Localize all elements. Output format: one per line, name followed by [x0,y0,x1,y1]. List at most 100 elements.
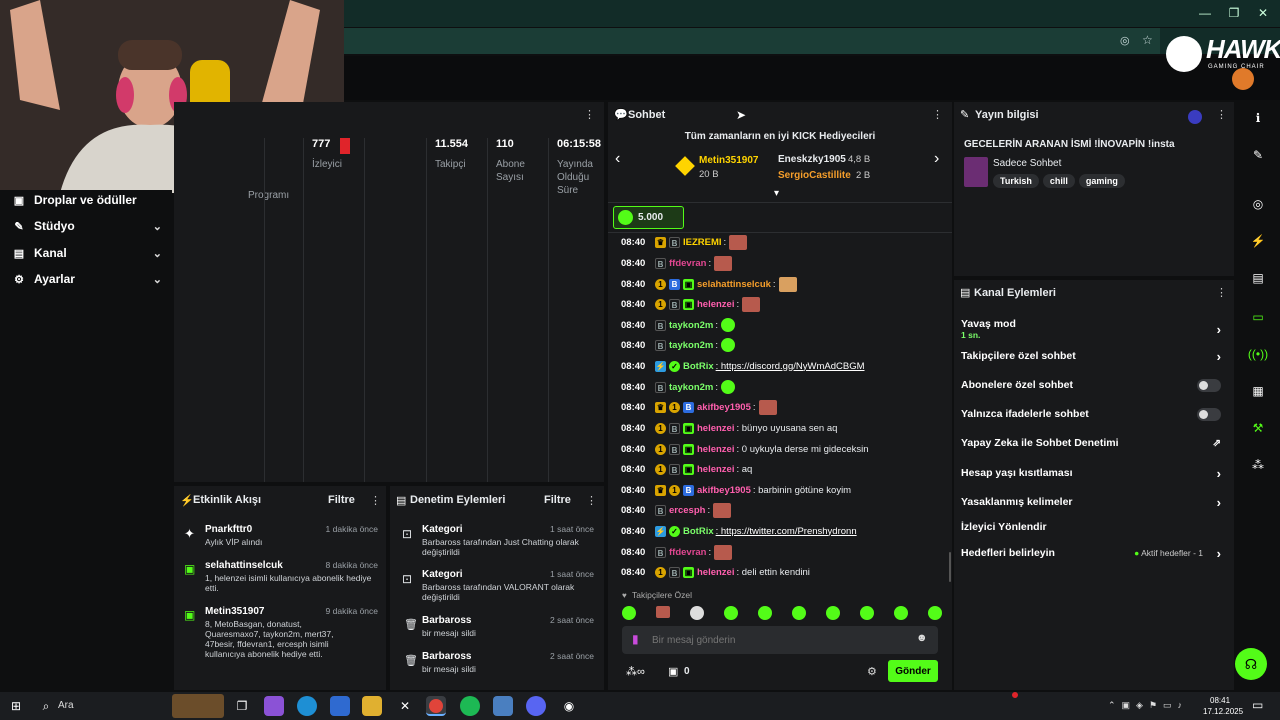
followers-only-row[interactable]: Takipçilere özel sohbet › [961,348,1227,364]
msg-user[interactable]: BotRix [683,526,714,537]
goals-row[interactable]: Hedefleri belirleyin ● Aktif hedefler - 1… [961,545,1227,561]
banned-words-row[interactable]: Yasaklanmış kelimeler › [961,494,1227,510]
gift-icon[interactable]: ▣ [668,665,678,678]
info-icon[interactable]: ℹ [1246,106,1270,130]
tag[interactable]: gaming [1078,174,1125,188]
more-icon[interactable]: ⋮ [370,494,381,507]
task-view-icon[interactable]: ❐ [232,696,252,716]
ai-moderation-row[interactable]: Yapay Zeka ile Sohbet Denetimi ⇗ [961,435,1227,451]
emote-icon[interactable] [656,606,670,618]
msg-user[interactable]: BotRix [683,361,714,372]
msg-user[interactable]: taykon2m [669,320,713,331]
msg-user[interactable]: IEZREMI [683,237,722,248]
goal-progress[interactable]: 5.000 [613,206,684,229]
msg-user[interactable]: helenzei [697,423,735,434]
mail-icon[interactable] [330,696,350,716]
msg-user[interactable]: helenzei [697,567,735,578]
emote-icon[interactable] [894,606,908,620]
gifter-name[interactable]: Metin351907 [699,155,758,166]
points-icon[interactable]: ⁂∞ [626,665,645,678]
more-icon[interactable]: ⋮ [586,494,597,507]
stream-category[interactable]: Sadece Sohbet [993,158,1061,169]
chevron-right-icon[interactable]: › [934,150,939,168]
msg-user[interactable]: akifbey1905 [697,485,751,496]
address-bar[interactable] [340,28,1160,54]
account-age-row[interactable]: Hesap yaşı kısıtlaması › [961,465,1227,481]
chat-input-box[interactable]: ▮ ☻ [622,626,938,654]
wrench-icon[interactable]: ⚒ [1246,416,1270,440]
emote-icon[interactable] [928,606,942,620]
clock-date[interactable]: 17.12.2025 [1203,707,1243,716]
msg-user[interactable]: helenzei [697,299,735,310]
search-icon[interactable]: ⌕ [36,696,56,716]
activity-filter-button[interactable]: Filtre [328,494,355,506]
microphone-icon[interactable]: ▮ [632,632,639,646]
emotes-only-toggle[interactable] [1197,407,1221,421]
emotes-only-row[interactable]: Yalnızca ifadelerle sohbet [961,406,1227,422]
windows-start-icon[interactable]: ⊞ [6,696,26,716]
restore-button[interactable]: ❐ [1224,6,1244,20]
support-button[interactable]: ☊ [1235,648,1267,680]
gifter-name[interactable]: Eneskzky1905 [778,154,846,165]
app-icon[interactable]: ◉ [559,696,579,716]
more-icon[interactable]: ⋮ [1216,108,1227,121]
msg-user[interactable]: ffdevran [669,547,706,558]
chat-scrollbar[interactable] [949,552,951,582]
edit-icon[interactable]: ✎ [1246,143,1270,167]
minimize-button[interactable]: — [1195,6,1215,20]
more-icon[interactable]: ⋮ [584,108,595,121]
emote-icon[interactable] [826,606,840,620]
tag[interactable]: Turkish [993,174,1039,188]
star-icon[interactable]: ☆ [1142,33,1153,47]
tray-icons[interactable]: ⌃▣◈⚑▭♪ [1108,700,1188,711]
discord-icon[interactable] [526,696,546,716]
close-button[interactable]: ✕ [1253,6,1273,20]
avatar[interactable] [1232,68,1254,90]
taskbar-search-label[interactable]: Ara [58,700,74,711]
layout-icon[interactable]: ▦ [1246,379,1270,403]
sidebar-item-settings[interactable]: ⚙ Ayarlar ⌄ [12,269,162,289]
sidebar-item-channel[interactable]: ▤ Kanal ⌄ [12,243,162,263]
emote-icon[interactable] [758,606,772,620]
slow-mode-row[interactable]: Yavaş mod 1 sn. › [961,315,1227,343]
msg-user[interactable]: helenzei [697,444,735,455]
dots-icon[interactable]: ⁂ [1246,453,1270,477]
send-button[interactable]: Gönder [888,660,938,682]
msg-user[interactable]: helenzei [697,464,735,475]
xbox-icon[interactable]: ✕ [395,696,415,716]
subscribers-only-row[interactable]: Abonelere özel sohbet [961,377,1227,393]
tag[interactable]: chill [1042,174,1075,188]
taskbar-widget-image[interactable] [172,694,224,718]
collapse-icon[interactable]: ▾ [774,188,779,199]
chevron-left-icon[interactable]: ‹ [615,150,620,168]
msg-link[interactable]: : https://twitter.com/Prenshydronn [716,526,857,537]
folder-icon[interactable] [362,696,382,716]
spotify-icon[interactable] [460,696,480,716]
document-icon[interactable]: ▤ [1246,266,1270,290]
more-icon[interactable]: ⋮ [1216,286,1227,299]
chrome-icon[interactable] [426,696,446,716]
more-icon[interactable]: ⋮ [932,108,943,121]
msg-user[interactable]: ercesph [669,505,705,516]
edge-icon[interactable] [297,696,317,716]
app-icon[interactable] [493,696,513,716]
msg-user[interactable]: selahattinselcuk [697,279,771,290]
bolt-icon[interactable]: ⚡ [1246,229,1270,253]
subscribers-only-toggle[interactable] [1197,378,1221,392]
broadcast-icon[interactable]: ((•)) [1246,342,1270,366]
gear-icon[interactable]: ⚙ [867,665,877,678]
raid-row[interactable]: İzleyici Yönlendir [961,519,1227,535]
sidebar-item-studio[interactable]: ✎ Stüdyo ⌄ [12,216,162,236]
clock-time[interactable]: 08:41 [1210,696,1230,705]
msg-user[interactable]: ffdevran [669,258,706,269]
copilot-icon[interactable] [264,696,284,716]
camera-icon[interactable]: ◎ [1246,192,1270,216]
emote-icon[interactable] [724,606,738,620]
chat-message-input[interactable] [652,630,902,650]
msg-link[interactable]: : https://discord.gg/NyWmAdCBGM [716,361,865,372]
emote-icon[interactable] [792,606,806,620]
mod-filter-button[interactable]: Filtre [544,494,571,506]
emote-icon[interactable] [860,606,874,620]
eye-off-icon[interactable]: ◎ [1120,34,1130,47]
msg-user[interactable]: akifbey1905 [697,402,751,413]
